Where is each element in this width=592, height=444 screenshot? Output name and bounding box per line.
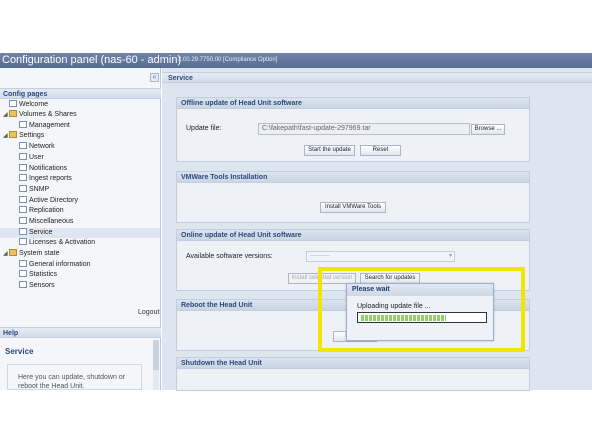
- sidebar-item-label: Service: [29, 229, 53, 236]
- sidebar-item-network[interactable]: Network: [19, 142, 55, 152]
- sidebar-item-sensors[interactable]: Sensors: [19, 281, 55, 291]
- folder-icon: [9, 131, 17, 138]
- sidebar-item-label: Ingest reports: [29, 175, 72, 182]
- help-scrollbar[interactable]: [153, 340, 159, 390]
- config-pages-header: Config pages: [0, 88, 161, 99]
- sidebar-item-snmp[interactable]: SNMP: [19, 185, 49, 195]
- page-icon: [19, 153, 27, 160]
- page-icon: [19, 121, 27, 128]
- sidebar-item-statistics[interactable]: Statistics: [19, 270, 57, 280]
- sidebar-item-label: Network: [29, 143, 55, 150]
- page-icon: [19, 238, 27, 245]
- sidebar-item-label: SNMP: [29, 186, 50, 193]
- window-title: Configuration panel (nas-60 - admin): [2, 54, 182, 66]
- page-icon: [19, 185, 27, 192]
- collapse-sidebar-button[interactable]: «: [150, 73, 159, 82]
- sidebar-item-welcome[interactable]: Welcome: [9, 100, 48, 110]
- sidebar-item-label: Management: [29, 122, 70, 129]
- sidebar-item-miscellaneous[interactable]: Miscellaneous: [19, 217, 73, 227]
- update-file-label: Update file:: [186, 125, 222, 132]
- software-versions-label: Available software versions:: [186, 253, 273, 260]
- panel-title: Online update of Head Unit software: [177, 230, 529, 241]
- sidebar-item-system-state[interactable]: ◢ System state: [3, 249, 60, 259]
- page-icon: [19, 217, 27, 224]
- expand-arrow-icon[interactable]: ◢: [3, 249, 8, 259]
- page-icon: [19, 206, 27, 213]
- page-icon: [19, 174, 27, 181]
- sidebar-item-label: Statistics: [29, 271, 58, 278]
- panel-title: VMWare Tools Installation: [177, 172, 529, 183]
- sidebar-item-user[interactable]: User: [19, 153, 44, 163]
- sidebar-item-label: Volumes & Shares: [19, 111, 77, 118]
- folder-icon: [9, 249, 17, 256]
- highlight-box: [318, 267, 525, 352]
- chevron-down-icon: ▾: [448, 253, 452, 259]
- folder-icon: [9, 110, 17, 117]
- page-icon: [19, 142, 27, 149]
- sidebar-item-ingest-reports[interactable]: Ingest reports: [19, 174, 72, 184]
- sidebar-item-volumes-shares[interactable]: ◢ Volumes & Shares: [3, 110, 77, 120]
- page-icon: [19, 164, 27, 171]
- start-update-button[interactable]: Start the update: [304, 145, 355, 156]
- expand-arrow-icon[interactable]: ◢: [3, 131, 8, 141]
- page-icon: [19, 270, 27, 277]
- update-file-field[interactable]: C:\fakepath\fast-update-297969.tar: [258, 123, 470, 135]
- help-text: Here you can update, shutdown or reboot …: [7, 364, 142, 390]
- sidebar-item-label: Notifications: [29, 165, 68, 172]
- page-icon: [19, 260, 27, 267]
- sidebar-item-label: Sensors: [29, 282, 55, 289]
- sidebar-item-label: User: [29, 154, 44, 161]
- shutdown-panel: Shutdown the Head Unit: [176, 357, 530, 391]
- panel-title: Shutdown the Head Unit: [177, 358, 529, 369]
- page-icon: [19, 228, 27, 235]
- sidebar-item-label: Welcome: [19, 101, 49, 108]
- browse-button[interactable]: Browse ...: [471, 124, 505, 135]
- sidebar-item-label: Settings: [19, 132, 45, 139]
- sidebar-item-general-information[interactable]: General information: [19, 260, 90, 270]
- sidebar-item-management[interactable]: Management: [19, 121, 70, 131]
- reset-button[interactable]: Reset: [360, 145, 401, 156]
- select-value: ----------: [310, 253, 330, 259]
- page-title: Service: [162, 72, 592, 83]
- sidebar-item-label: Active Directory: [29, 197, 79, 204]
- title-bar: Configuration panel (nas-60 - admin) 2.0…: [0, 53, 592, 68]
- version-label: 2.00.29.7750.00 [Compliance Option]: [178, 57, 278, 63]
- sidebar-item-settings[interactable]: ◢ Settings: [3, 131, 45, 141]
- help-header: Help: [0, 327, 161, 338]
- page-icon: [19, 196, 27, 203]
- sidebar-item-label: Miscellaneous: [29, 218, 74, 225]
- software-versions-select[interactable]: ---------- ▾: [306, 251, 455, 262]
- sidebar-item-label: Replication: [29, 207, 64, 214]
- sidebar-item-label: System state: [19, 250, 60, 257]
- expand-arrow-icon[interactable]: ◢: [3, 110, 8, 120]
- sidebar-item-label: Licenses & Activation: [29, 239, 96, 246]
- scrollbar-thumb[interactable]: [153, 340, 159, 370]
- panel-title: Offline update of Head Unit software: [177, 98, 529, 109]
- page-icon: [9, 100, 17, 107]
- sidebar-item-notifications[interactable]: Notifications: [19, 164, 67, 174]
- sidebar-item-active-directory[interactable]: Active Directory: [19, 196, 78, 206]
- sidebar-item-service[interactable]: Service: [19, 228, 52, 238]
- sidebar-item-licenses-activation[interactable]: Licenses & Activation: [19, 238, 95, 248]
- sidebar-item-label: General information: [29, 261, 91, 268]
- logout-link[interactable]: Logout: [138, 309, 159, 316]
- vmware-panel: VMWare Tools Installation: [176, 171, 530, 223]
- page-icon: [19, 281, 27, 288]
- help-title: Service: [5, 347, 34, 356]
- install-vmware-tools-button[interactable]: Install VMWare Tools: [320, 202, 386, 213]
- screen: Configuration panel (nas-60 - admin) 2.0…: [0, 0, 592, 444]
- sidebar-item-replication[interactable]: Replication: [19, 206, 64, 216]
